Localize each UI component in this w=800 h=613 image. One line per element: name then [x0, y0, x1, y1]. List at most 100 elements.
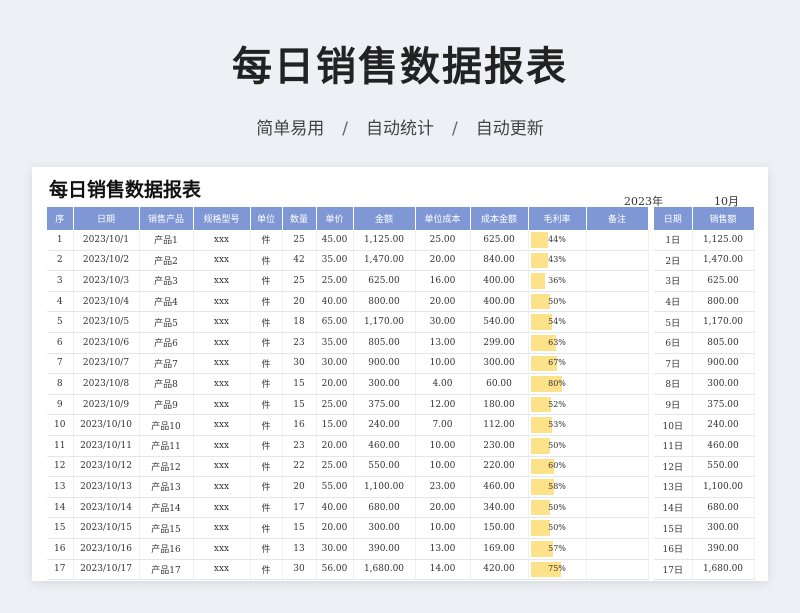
- product-cell[interactable]: 产品12: [139, 456, 194, 478]
- row-index[interactable]: 16: [47, 538, 74, 560]
- cost-amount-cell[interactable]: 230.00: [470, 435, 529, 457]
- cost-amount-cell[interactable]: 840.00: [470, 250, 529, 272]
- price-cell[interactable]: 25.00: [316, 270, 354, 292]
- amount-cell[interactable]: 460.00: [353, 435, 416, 457]
- quantity-cell[interactable]: 15: [282, 373, 317, 395]
- date-cell[interactable]: 2023/10/4: [73, 291, 140, 313]
- unit-cost-cell[interactable]: 20.00: [415, 250, 471, 272]
- amount-cell[interactable]: 625.00: [353, 270, 416, 292]
- note-cell[interactable]: [586, 414, 649, 436]
- margin-cell[interactable]: 54%: [528, 311, 587, 333]
- amount-cell[interactable]: 300.00: [353, 373, 416, 395]
- product-cell[interactable]: 产品16: [139, 538, 194, 560]
- summary-day-cell[interactable]: 11日: [654, 435, 693, 457]
- spec-cell[interactable]: xxx: [193, 497, 251, 519]
- cost-amount-cell[interactable]: 340.00: [470, 497, 529, 519]
- unit-cell[interactable]: 件: [250, 435, 283, 457]
- date-cell[interactable]: 2023/10/5: [73, 311, 140, 333]
- amount-cell[interactable]: 550.00: [353, 456, 416, 478]
- margin-cell[interactable]: 60%: [528, 456, 587, 478]
- unit-cost-cell[interactable]: 23.00: [415, 476, 471, 498]
- unit-cell[interactable]: 件: [250, 497, 283, 519]
- spec-cell[interactable]: xxx: [193, 250, 251, 272]
- price-cell[interactable]: 20.00: [316, 517, 354, 539]
- unit-cost-cell[interactable]: 20.00: [415, 497, 471, 519]
- product-cell[interactable]: 产品1: [139, 230, 194, 251]
- unit-cell[interactable]: 件: [250, 538, 283, 560]
- date-cell[interactable]: 2023/10/14: [73, 497, 140, 519]
- summary-day-cell[interactable]: 4日: [654, 291, 693, 313]
- row-index[interactable]: 12: [47, 456, 74, 478]
- column-header[interactable]: 数量: [282, 207, 317, 230]
- unit-cell[interactable]: 件: [250, 517, 283, 539]
- column-header[interactable]: 规格型号: [193, 207, 251, 230]
- price-cell[interactable]: 25.00: [316, 394, 354, 416]
- cost-amount-cell[interactable]: 460.00: [470, 476, 529, 498]
- column-header[interactable]: 金额: [353, 207, 416, 230]
- row-index[interactable]: 9: [47, 394, 74, 416]
- note-cell[interactable]: [586, 311, 649, 333]
- unit-cell[interactable]: 件: [250, 250, 283, 272]
- amount-cell[interactable]: 1,125.00: [353, 230, 416, 251]
- unit-cost-cell[interactable]: 12.00: [415, 394, 471, 416]
- column-header[interactable]: 日期: [73, 207, 140, 230]
- unit-cost-cell[interactable]: 13.00: [415, 538, 471, 560]
- date-cell[interactable]: 2023/10/1: [73, 230, 140, 251]
- summary-day-cell[interactable]: 9日: [654, 394, 693, 416]
- summary-day-cell[interactable]: 3日: [654, 270, 693, 292]
- spec-cell[interactable]: xxx: [193, 311, 251, 333]
- margin-cell[interactable]: 63%: [528, 332, 587, 354]
- cost-amount-cell[interactable]: 540.00: [470, 311, 529, 333]
- amount-cell[interactable]: 1,100.00: [353, 476, 416, 498]
- row-index[interactable]: 11: [47, 435, 74, 457]
- date-cell[interactable]: 2023/10/6: [73, 332, 140, 354]
- column-header[interactable]: 销售额: [692, 207, 755, 230]
- summary-sales-cell[interactable]: 800.00: [692, 291, 755, 313]
- column-header[interactable]: 成本金额: [470, 207, 529, 230]
- unit-cell[interactable]: 件: [250, 456, 283, 478]
- row-index[interactable]: 8: [47, 373, 74, 395]
- price-cell[interactable]: 20.00: [316, 373, 354, 395]
- product-cell[interactable]: 产品10: [139, 414, 194, 436]
- spec-cell[interactable]: xxx: [193, 332, 251, 354]
- unit-cell[interactable]: 件: [250, 230, 283, 251]
- note-cell[interactable]: [586, 517, 649, 539]
- column-header[interactable]: 单价: [316, 207, 354, 230]
- spec-cell[interactable]: xxx: [193, 538, 251, 560]
- quantity-cell[interactable]: 22: [282, 456, 317, 478]
- cost-amount-cell[interactable]: 220.00: [470, 456, 529, 478]
- note-cell[interactable]: [586, 559, 649, 581]
- row-index[interactable]: 4: [47, 291, 74, 313]
- column-header[interactable]: 日期: [654, 207, 693, 230]
- price-cell[interactable]: 35.00: [316, 332, 354, 354]
- note-cell[interactable]: [586, 476, 649, 498]
- amount-cell[interactable]: 240.00: [353, 414, 416, 436]
- row-index[interactable]: 6: [47, 332, 74, 354]
- date-cell[interactable]: 2023/10/3: [73, 270, 140, 292]
- note-cell[interactable]: [586, 538, 649, 560]
- summary-sales-cell[interactable]: 300.00: [692, 373, 755, 395]
- spec-cell[interactable]: xxx: [193, 476, 251, 498]
- unit-cell[interactable]: 件: [250, 394, 283, 416]
- product-cell[interactable]: 产品2: [139, 250, 194, 272]
- price-cell[interactable]: 25.00: [316, 456, 354, 478]
- quantity-cell[interactable]: 13: [282, 538, 317, 560]
- row-index[interactable]: 5: [47, 311, 74, 333]
- cost-amount-cell[interactable]: 169.00: [470, 538, 529, 560]
- margin-cell[interactable]: 50%: [528, 291, 587, 313]
- product-cell[interactable]: 产品15: [139, 517, 194, 539]
- margin-cell[interactable]: 67%: [528, 353, 587, 375]
- cost-amount-cell[interactable]: 112.00: [470, 414, 529, 436]
- unit-cost-cell[interactable]: 13.00: [415, 332, 471, 354]
- product-cell[interactable]: 产品7: [139, 353, 194, 375]
- unit-cost-cell[interactable]: 14.00: [415, 559, 471, 581]
- unit-cost-cell[interactable]: 30.00: [415, 311, 471, 333]
- column-header[interactable]: 毛利率: [528, 207, 587, 230]
- margin-cell[interactable]: 50%: [528, 497, 587, 519]
- margin-cell[interactable]: 58%: [528, 476, 587, 498]
- amount-cell[interactable]: 805.00: [353, 332, 416, 354]
- amount-cell[interactable]: 300.00: [353, 517, 416, 539]
- amount-cell[interactable]: 390.00: [353, 538, 416, 560]
- margin-cell[interactable]: 75%: [528, 559, 587, 581]
- amount-cell[interactable]: 800.00: [353, 291, 416, 313]
